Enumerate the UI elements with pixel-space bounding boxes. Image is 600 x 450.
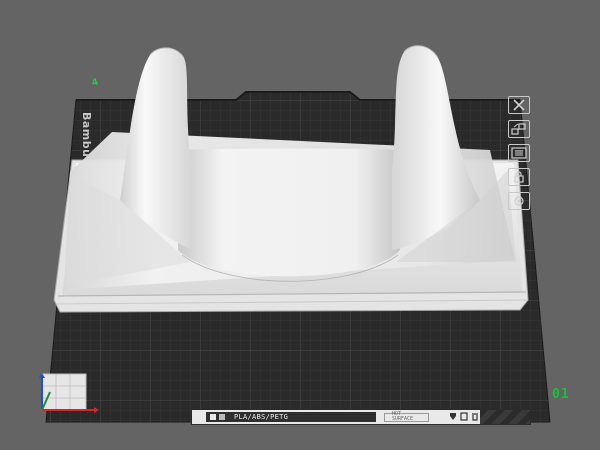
plate-brand-label: Bambu [80,112,93,158]
plate-square-icon [460,412,468,421]
3d-model[interactable] [53,45,529,313]
plate-label-bar: PLA/ABS/PETG HOT SURFACE [191,409,531,425]
close-x-icon[interactable] [508,96,530,114]
layout-icon[interactable] [508,144,530,162]
surface-line-2: SURFACE [392,416,414,422]
filament-label: PLA/ABS/PETG [206,412,376,422]
label-bar-stripe [480,410,530,424]
arrange-icon[interactable] [508,120,530,138]
plate-type-icon [210,414,216,420]
plate-type-icon-2 [219,414,225,420]
label-bar-icons [449,412,479,421]
settings-gear-icon[interactable] [508,192,530,210]
filament-types-text: PLA/ABS/PETG [234,413,289,421]
3d-viewport[interactable]: Bambu 4 01 PLA/ABS/PETG HOT SURFACE [0,0,600,450]
plate-toolbar [508,96,534,210]
trash-icon [472,413,478,421]
surface-warning-text: HOT SURFACE [392,412,432,422]
nozzle-icon [450,413,456,420]
axis-origin-widget [39,373,99,413]
plate-number: 01 [552,387,570,402]
lock-icon[interactable] [508,168,530,186]
